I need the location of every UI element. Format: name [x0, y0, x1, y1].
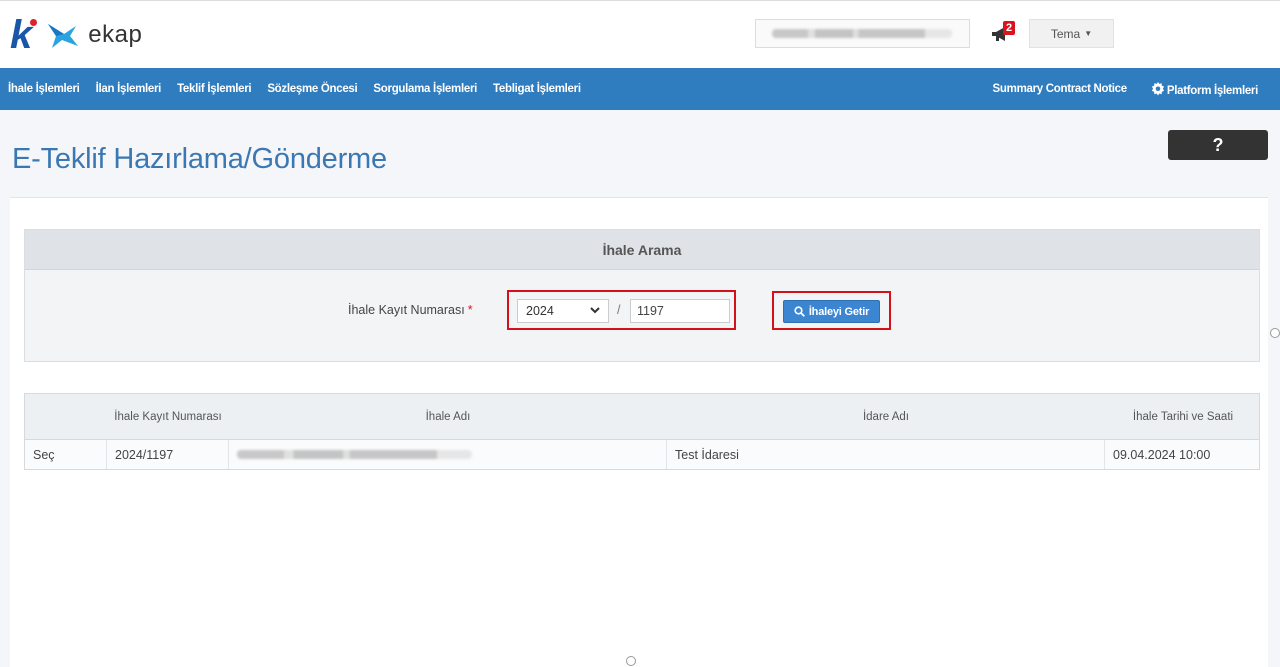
tender-name-blurred [237, 450, 472, 459]
help-button[interactable]: ? [1168, 130, 1268, 160]
ekap-logo[interactable]: k ekap [10, 15, 142, 55]
nav-platform-islemleri[interactable]: Platform İşlemleri [1139, 81, 1270, 97]
nav-summary-contract-notice[interactable]: Summary Contract Notice [981, 83, 1139, 95]
record-number-label: İhale Kayıt Numarası * [348, 303, 473, 317]
col-tender-date[interactable]: İhale Tarihi ve Saati [1105, 394, 1261, 440]
main-nav: İhale İşlemleri İlan İşlemleri Teklif İş… [0, 68, 1280, 110]
theme-label: Tema [1050, 26, 1081, 41]
year-select[interactable]: 2024 [517, 299, 609, 323]
cell-authority-name: Test İdaresi [667, 440, 1105, 469]
logo-bird-icon [48, 24, 79, 48]
col-select [25, 394, 107, 440]
cell-tender-date: 09.04.2024 10:00 [1113, 447, 1211, 462]
select-link[interactable]: Seç [25, 440, 107, 469]
record-number-label-text: İhale Kayıt Numarası [348, 303, 465, 317]
user-account-box[interactable] [755, 19, 970, 48]
nav-teklif-islemleri[interactable]: Teklif İşlemleri [169, 83, 259, 95]
tender-results-table: İhale Kayıt Numarası İhale Adı İdare Adı… [24, 393, 1260, 470]
tender-search-panel: İhale Arama İhale Kayıt Numarası * 2024 /… [24, 229, 1260, 362]
record-number-highlight: 2024 / 1197 [507, 290, 736, 330]
notifications-button[interactable]: 2 [983, 21, 1019, 47]
platform-label: Platform İşlemleri [1166, 84, 1258, 97]
resize-handle-right[interactable] [1270, 328, 1280, 338]
top-header: k ekap 2 Tema ▼ [0, 0, 1280, 68]
search-form-row: İhale Kayıt Numarası * 2024 / 1197 İhale… [25, 270, 1259, 362]
nav-sozlesme-oncesi[interactable]: Sözleşme Öncesi [259, 83, 365, 95]
logo-text: ekap [88, 21, 143, 48]
col-authority-name[interactable]: İdare Adı [667, 394, 1105, 440]
search-panel-heading: İhale Arama [25, 230, 1259, 270]
nav-menu: İhale İşlemleri İlan İşlemleri Teklif İş… [0, 83, 589, 95]
logo-k-mark: k [10, 13, 38, 57]
user-name-blurred [772, 29, 952, 38]
year-select-value: 2024 [526, 304, 554, 318]
gear-icon [1151, 81, 1165, 95]
search-icon [794, 306, 805, 317]
col-tender-name[interactable]: İhale Adı [229, 394, 667, 440]
nav-tebligat-islemleri[interactable]: Tebligat İşlemleri [485, 83, 589, 95]
table-header: İhale Kayıt Numarası İhale Adı İdare Adı… [25, 394, 1259, 440]
notification-count-badge: 2 [1003, 21, 1016, 35]
col-record-number[interactable]: İhale Kayıt Numarası [107, 394, 229, 440]
cell-record-number: 2024/1197 [107, 440, 229, 469]
page-body: E-Teklif Hazırlama/Gönderme ? İhale Aram… [0, 110, 1280, 667]
get-tender-button[interactable]: İhaleyi Getir [783, 300, 880, 323]
record-separator: / [617, 303, 621, 317]
resize-handle-bottom[interactable] [626, 656, 636, 666]
nav-ilan-islemleri[interactable]: İlan İşlemleri [88, 83, 169, 95]
nav-right: Summary Contract Notice Platform İşlemle… [981, 68, 1270, 110]
required-mark: * [467, 303, 473, 317]
get-tender-highlight: İhaleyi Getir [772, 291, 891, 330]
cell-tender-name [229, 440, 667, 469]
record-number-input[interactable]: 1197 [630, 299, 730, 323]
table-row[interactable]: Seç 2024/1197 Test İdaresi 09.04.2024 10… [25, 440, 1259, 469]
theme-dropdown[interactable]: Tema ▼ [1029, 19, 1114, 48]
caret-down-icon: ▼ [1084, 29, 1093, 38]
content-card: İhale Arama İhale Kayıt Numarası * 2024 /… [10, 197, 1268, 667]
get-tender-button-label: İhaleyi Getir [808, 305, 870, 318]
nav-sorgulama-islemleri[interactable]: Sorgulama İşlemleri [365, 83, 485, 95]
chevron-down-icon [590, 307, 600, 314]
page-title: E-Teklif Hazırlama/Gönderme [12, 143, 387, 175]
nav-ihale-islemleri[interactable]: İhale İşlemleri [0, 83, 88, 95]
